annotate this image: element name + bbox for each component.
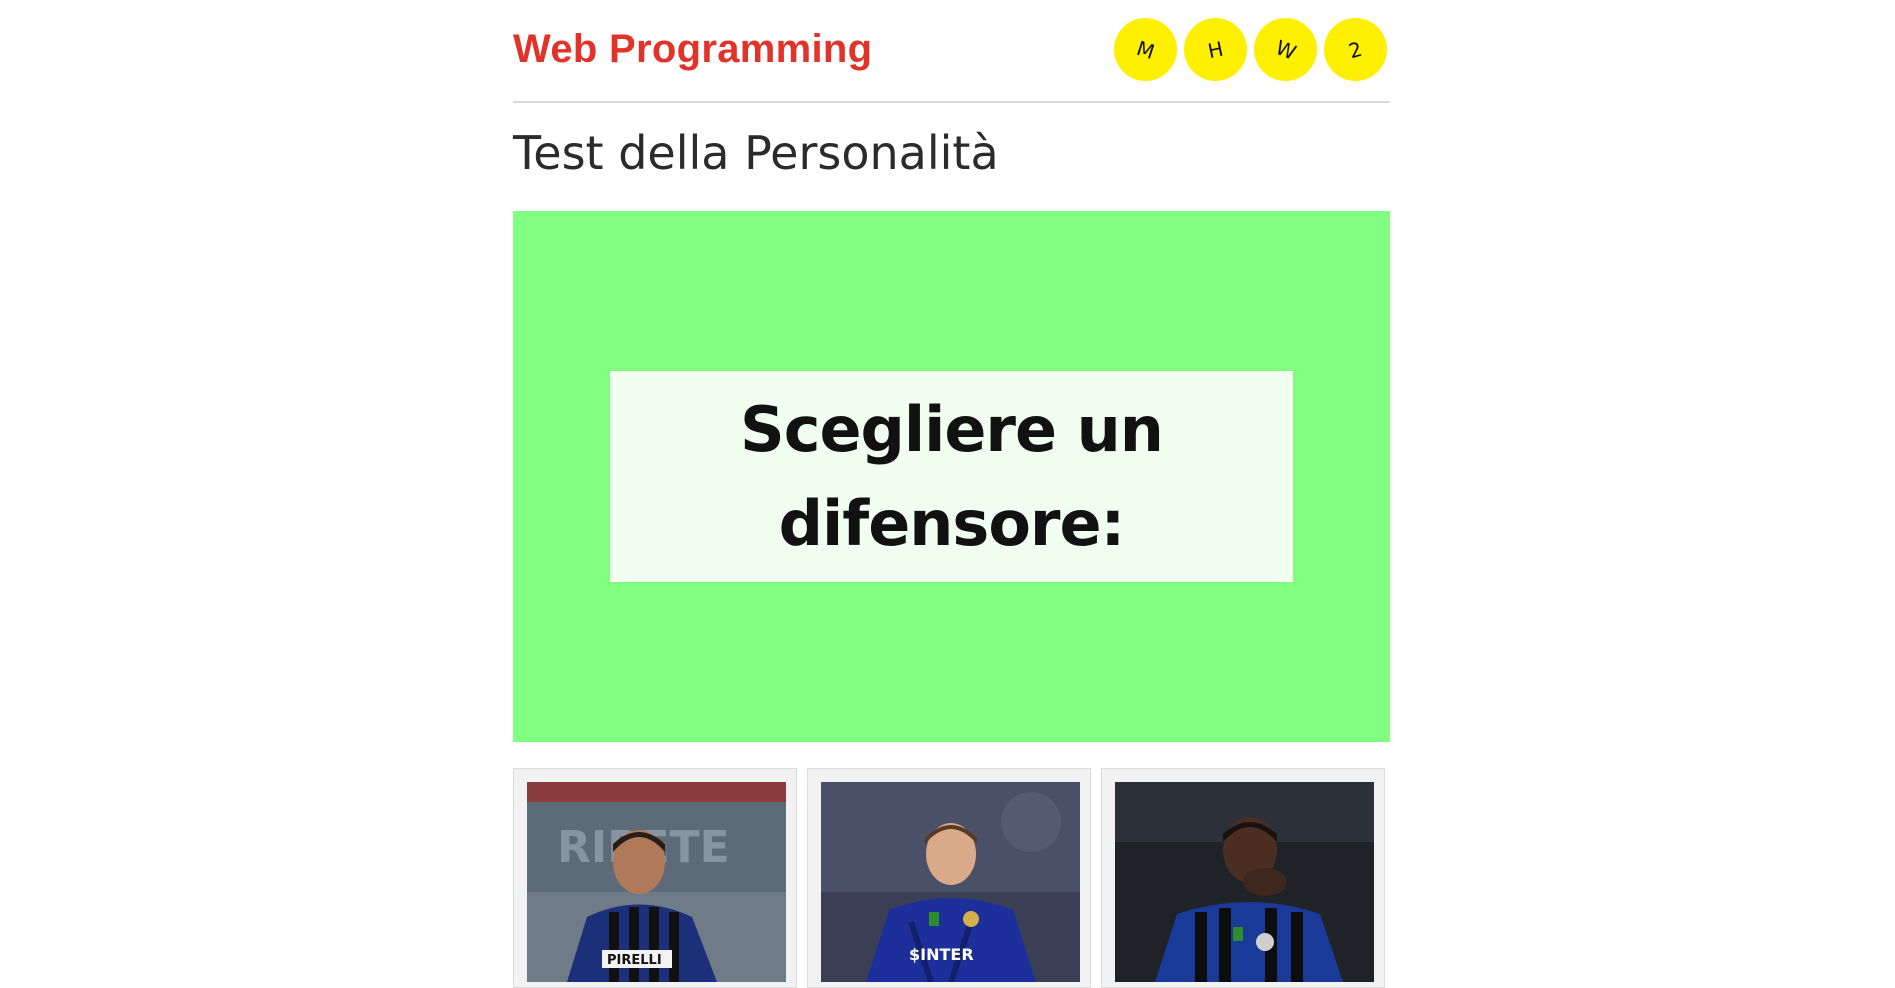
answer-option-2[interactable]: $INTER [807,768,1091,988]
badge-group: M H W 2 [1114,18,1387,81]
answer-option-3[interactable] [1101,768,1385,988]
badge-w[interactable]: W [1254,18,1317,81]
jersey-text: PIRELLI [607,953,662,968]
badge-h[interactable]: H [1184,18,1247,81]
player-photo: RIPETE PIRELLI [527,782,786,982]
jersey-text: $INTER [909,945,974,964]
badge-label: M [1133,35,1158,64]
badge-label: H [1205,36,1226,63]
badge-2[interactable]: 2 [1324,18,1387,81]
player-photo: $INTER [821,782,1080,982]
site-title[interactable]: Web Programming [513,27,872,72]
question-text: Scegliere un difensore: [740,383,1164,571]
badge-m[interactable]: M [1114,18,1177,81]
page-container: Web Programming M H W 2 Test della Perso… [513,0,1390,988]
question-box: Scegliere un difensore: [610,371,1293,582]
question-line-2: difensore: [778,486,1126,560]
answer-option-1[interactable]: RIPETE PIRELLI [513,768,797,988]
badge-label: W [1271,34,1300,65]
question-line-1: Scegliere un [740,392,1164,466]
player-photo [1115,782,1374,982]
question-panel: Scegliere un difensore: [513,211,1390,742]
answer-options: RIPETE PIRELLI [513,768,1390,988]
page-title: Test della Personalità [513,126,999,180]
site-header: Web Programming M H W 2 [513,0,1390,103]
badge-label: 2 [1346,36,1365,63]
